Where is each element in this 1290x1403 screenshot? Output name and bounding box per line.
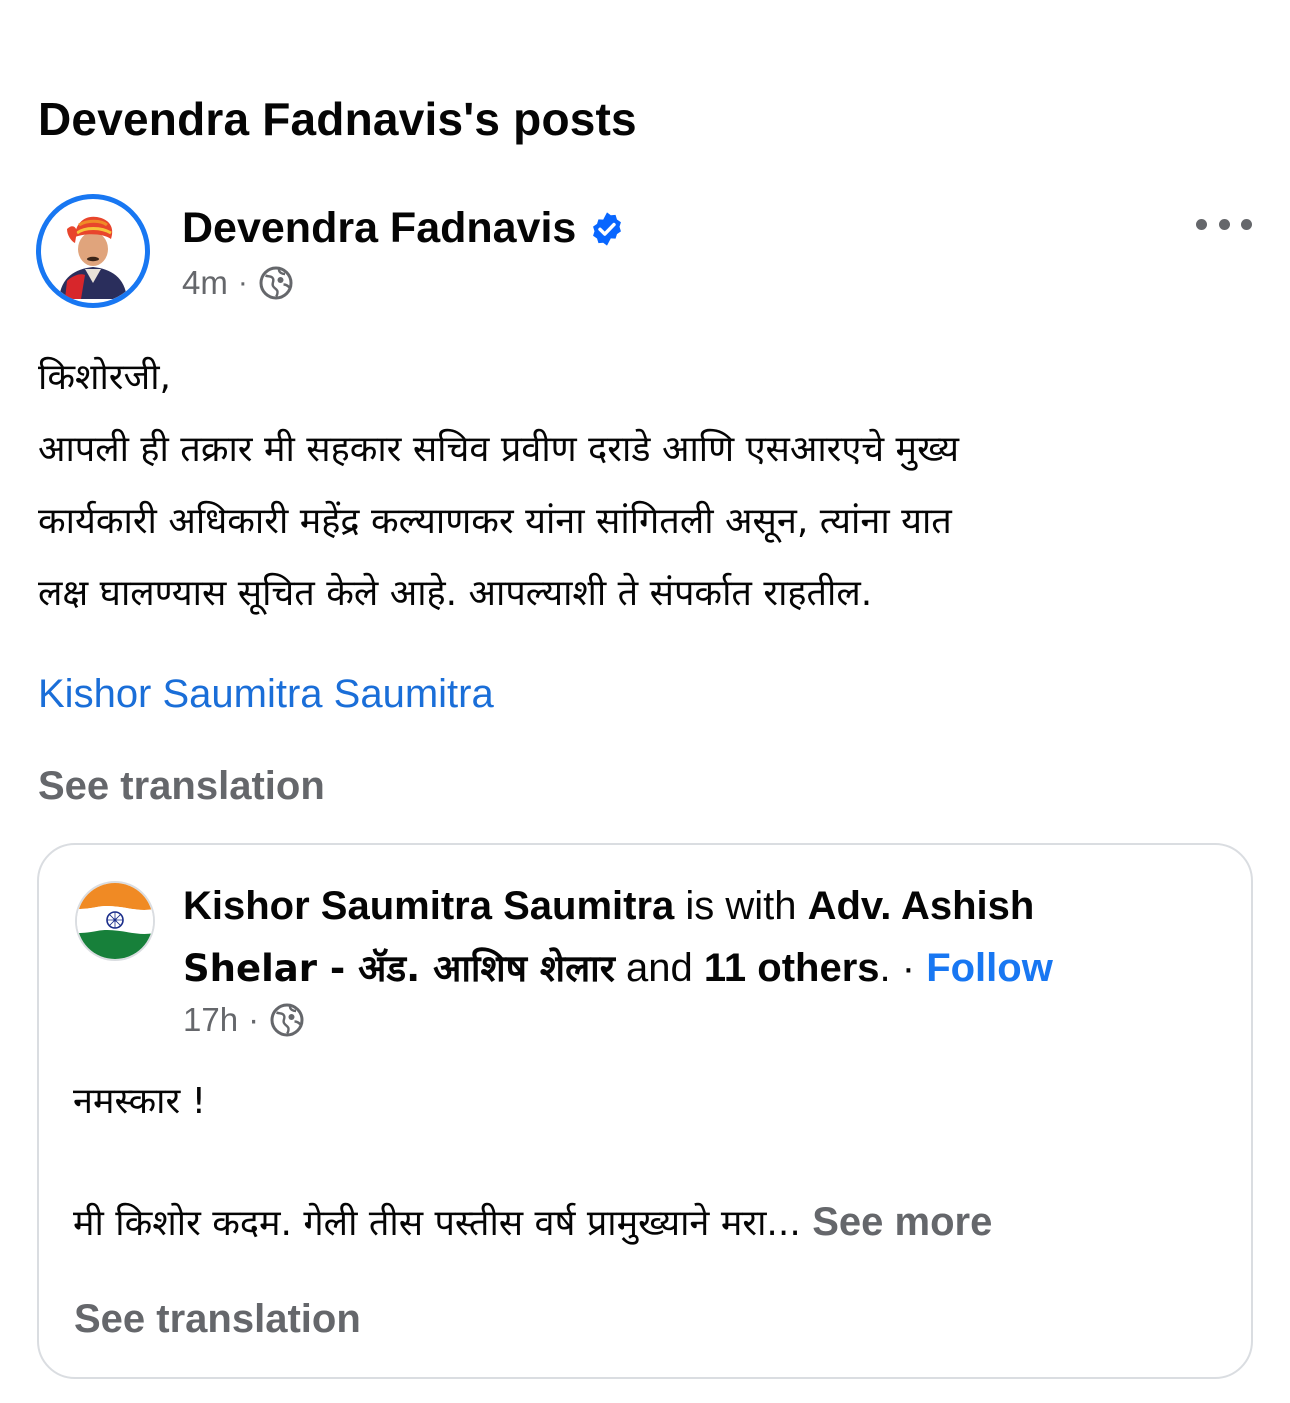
globe-icon xyxy=(258,265,294,301)
see-more-button[interactable]: See more xyxy=(812,1200,992,1244)
post-body-line: किशोरजी, xyxy=(38,357,171,398)
previous-content-cutoff xyxy=(130,0,950,12)
post-author: Devendra Fadnavis xyxy=(182,204,626,253)
india-flag-icon[interactable] xyxy=(75,881,155,961)
post-meta: 4m · xyxy=(182,264,294,302)
shared-greeting: नमस्कार ! xyxy=(73,1081,207,1122)
tagged-person[interactable]: Adv. Ashish xyxy=(808,884,1035,928)
shared-excerpt-line: मी किशोर कदम. गेली तीस पस्तीस वर्ष प्राम… xyxy=(73,1197,992,1246)
see-translation-button[interactable]: See translation xyxy=(38,764,325,809)
post-body-line: कार्यकारी अधिकारी महेंद्र कल्याणकर यांना… xyxy=(38,501,952,542)
meta-separator: · xyxy=(237,266,248,299)
and-text: and xyxy=(614,946,704,990)
meta-separator: · xyxy=(248,1001,260,1038)
shared-see-translation-button[interactable]: See translation xyxy=(74,1297,361,1342)
shared-excerpt: मी किशोर कदम. गेली तीस पस्तीस वर्ष प्राम… xyxy=(73,1203,801,1244)
post-body: किशोरजी, आपली ही तक्रार मी सहकार सचिव प्… xyxy=(38,342,1258,630)
author-name[interactable]: Devendra Fadnavis xyxy=(182,204,576,253)
shared-post-meta: 17h · xyxy=(183,1001,305,1039)
shared-post-header: Kishor Saumitra Saumitra is with Adv. As… xyxy=(183,875,1193,1000)
post-time[interactable]: 4m xyxy=(182,264,228,302)
separator-text: . · xyxy=(879,946,927,990)
profile-photo xyxy=(45,203,141,299)
shared-post-time[interactable]: 17h xyxy=(183,1001,238,1039)
is-with-text: is with xyxy=(674,884,808,928)
tagged-person-cont[interactable]: Shelar - ॲड. आशिष शेलार xyxy=(183,947,615,990)
more-options-icon[interactable] xyxy=(1196,212,1252,236)
section-title: Devendra Fadnavis's posts xyxy=(38,93,637,145)
shared-author-name[interactable]: Kishor Saumitra Saumitra xyxy=(183,884,674,928)
shared-post-card[interactable]: Kishor Saumitra Saumitra is with Adv. As… xyxy=(37,843,1253,1379)
mention-link[interactable]: Kishor Saumitra Saumitra xyxy=(38,672,494,717)
tagged-others[interactable]: 11 others xyxy=(704,946,880,990)
author-avatar[interactable] xyxy=(36,194,150,308)
globe-icon xyxy=(269,1002,305,1038)
post-body-line: लक्ष घालण्यास सूचित केले आहे. आपल्याशी त… xyxy=(38,573,873,614)
verified-badge-icon xyxy=(588,210,626,248)
post-body-line: आपली ही तक्रार मी सहकार सचिव प्रवीण दराड… xyxy=(38,429,960,470)
follow-button[interactable]: Follow xyxy=(926,946,1053,990)
